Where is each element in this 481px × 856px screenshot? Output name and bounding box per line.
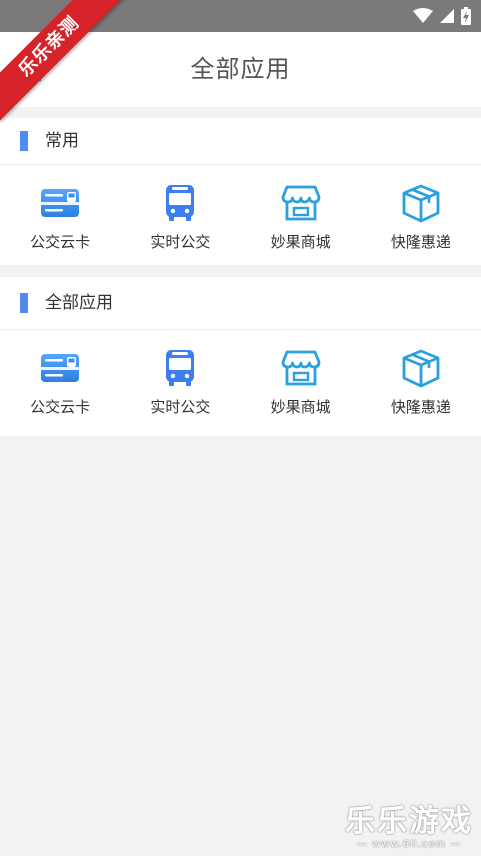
bus-card-icon [41, 189, 80, 217]
app-label: 实时公交 [150, 233, 211, 251]
app-label: 快隆惠递 [390, 398, 451, 416]
app-grid: 公交云卡 实时公交 妙果商城 快隆惠递 [0, 330, 481, 436]
package-icon [402, 349, 440, 388]
watermark-brand: 乐乐游戏 [345, 804, 473, 839]
store-icon [281, 350, 321, 386]
app-label: 实时公交 [150, 398, 211, 416]
section-accent-bar [20, 131, 28, 151]
cell-signal-icon [440, 9, 454, 23]
section-all-apps: 全部应用 公交云卡 实时公交 妙果商城 快隆惠递 [0, 277, 481, 436]
app-bus-card[interactable]: 公交云卡 [0, 165, 120, 265]
app-label: 妙果商城 [270, 233, 331, 251]
status-icons [413, 7, 471, 25]
battery-icon [461, 7, 471, 25]
section-header: 常用 [0, 118, 481, 165]
app-label: 妙果商城 [270, 398, 331, 416]
app-label: 公交云卡 [30, 233, 91, 251]
app-bus-card[interactable]: 公交云卡 [0, 330, 120, 436]
watermark-logo: 乐乐游戏 — www.6ll.com — [345, 804, 473, 851]
app-grid: 公交云卡 实时公交 妙果商城 快隆惠递 [0, 165, 481, 265]
app-realtime-bus[interactable]: 实时公交 [120, 165, 240, 265]
app-store[interactable]: 妙果商城 [241, 165, 361, 265]
app-label: 快隆惠递 [390, 233, 451, 251]
bus-card-icon [41, 354, 80, 382]
package-icon [402, 184, 440, 223]
section-header: 全部应用 [0, 277, 481, 330]
store-icon [281, 185, 321, 221]
bus-icon [166, 350, 195, 386]
section-title: 全部应用 [45, 293, 113, 313]
app-express[interactable]: 快隆惠递 [361, 165, 481, 265]
section-common: 常用 公交云卡 实时公交 妙果商城 快隆惠递 [0, 118, 481, 265]
app-store[interactable]: 妙果商城 [241, 330, 361, 436]
app-express[interactable]: 快隆惠递 [361, 330, 481, 436]
bus-icon [166, 185, 195, 221]
section-title: 常用 [45, 131, 79, 151]
watermark-url: — www.6ll.com — [356, 839, 462, 850]
app-realtime-bus[interactable]: 实时公交 [120, 330, 240, 436]
wifi-icon [413, 8, 433, 23]
app-label: 公交云卡 [30, 398, 91, 416]
section-accent-bar [20, 293, 28, 313]
